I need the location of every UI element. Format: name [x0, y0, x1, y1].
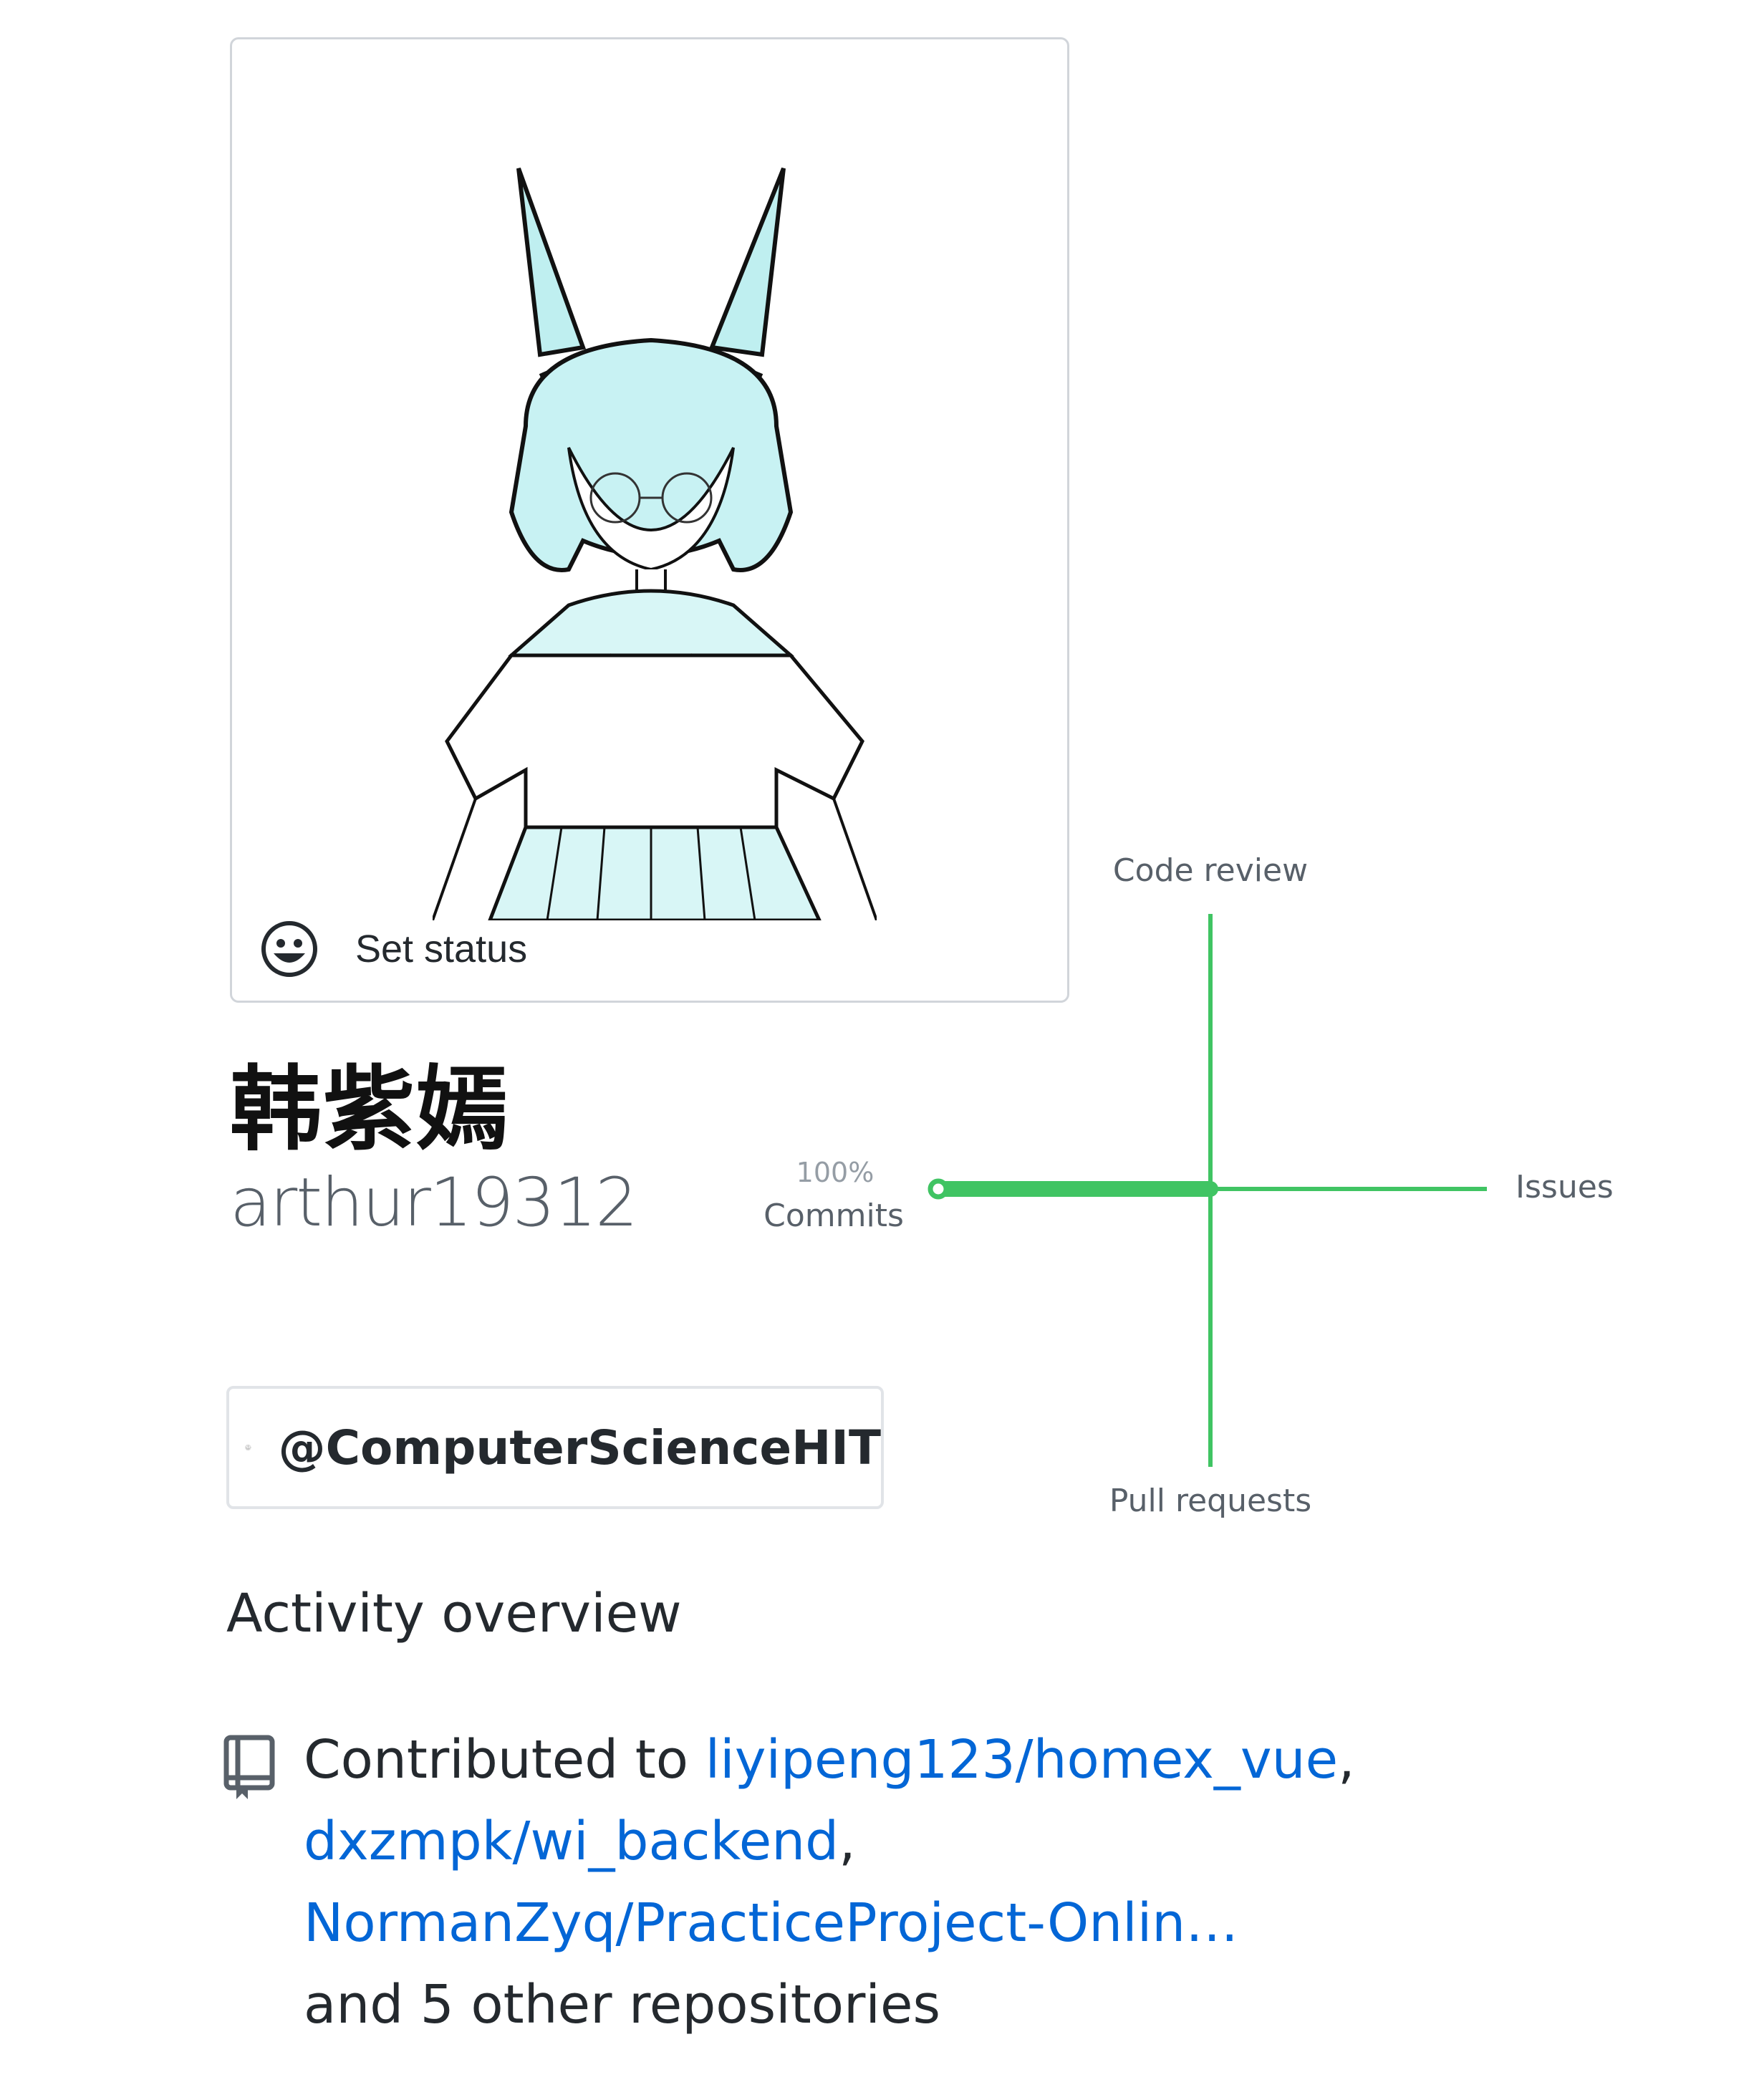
repo-link-wi-backend[interactable]: dxzmpk/wi_backend [304, 1811, 839, 1872]
set-status-button[interactable]: Set status [261, 913, 527, 985]
repo-link-homex-vue[interactable]: liyipeng123/homex_vue [705, 1729, 1339, 1791]
avatar-illustration [433, 167, 877, 920]
set-status-label: Set status [355, 928, 528, 970]
contributed-summary: Contributed to liyipeng123/homex_vue, dx… [304, 1719, 1378, 2046]
graph-percent-commits: 100% [796, 1157, 875, 1188]
graph-label-issues: Issues [1516, 1169, 1614, 1205]
activity-overview-title: Activity overview [226, 1583, 682, 1644]
contribution-activity-graph: Code review Issues Pull requests 100% Co… [763, 852, 1614, 1519]
contributed-prefix: Contributed to [304, 1729, 705, 1791]
other-repositories-text: and 5 other repositories [304, 1974, 941, 2036]
smiley-icon [261, 921, 317, 977]
graph-label-code-review: Code review [1113, 852, 1308, 889]
profile-login: arthur19312 [230, 1164, 638, 1242]
contrib-line-1: Contributed to liyipeng123/homex_vue, [304, 1719, 1378, 1801]
separator: , [839, 1811, 856, 1872]
repo-link-practiceproject[interactable]: NormanZyq/PracticeProject-Onlin… [304, 1892, 1238, 1954]
contrib-line-2: dxzmpk/wi_backend, [304, 1801, 1378, 1882]
profile-name: 韩紫嫣 [230, 1056, 510, 1163]
graph-commits-point [928, 1178, 949, 1200]
university-seal-icon [245, 1444, 251, 1451]
graph-label-pull-requests: Pull requests [1109, 1483, 1311, 1519]
repo-icon [223, 1735, 275, 1799]
contrib-line-3: NormanZyq/PracticeProject-Onlin… [304, 1882, 1378, 1964]
graph-label-commits: Commits [763, 1198, 904, 1234]
separator: , [1338, 1729, 1355, 1791]
